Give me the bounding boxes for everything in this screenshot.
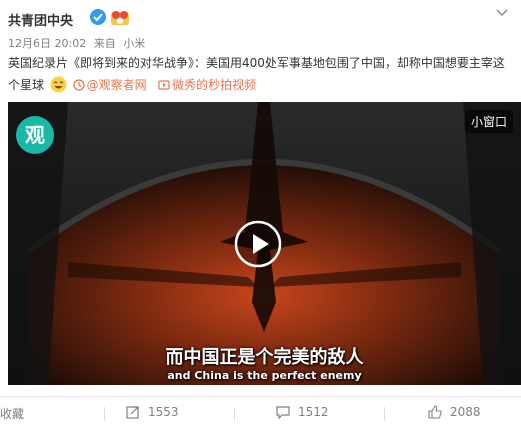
like-button[interactable]: 2088 bbox=[428, 405, 481, 419]
like-count: 2088 bbox=[450, 405, 481, 419]
repost-count: 1553 bbox=[148, 405, 179, 419]
svg-text:●: ● bbox=[117, 16, 124, 25]
favorite-label: 收藏 bbox=[0, 407, 25, 421]
thumbs-up-icon bbox=[428, 405, 442, 419]
post-header: 共青团中央 ● 12月6日 20:02 来自 小米 bbox=[8, 4, 513, 51]
comment-icon bbox=[276, 406, 290, 420]
link-icon bbox=[73, 79, 85, 91]
video-link[interactable]: 微秀的秒拍视频 bbox=[158, 78, 256, 92]
subtitle-english: and China is the perfect enemy bbox=[167, 369, 362, 382]
post-source[interactable]: 小米 bbox=[123, 37, 145, 50]
video-link-text[interactable]: 微秀的秒拍视频 bbox=[172, 78, 256, 92]
verified-icon bbox=[90, 9, 106, 25]
divider bbox=[384, 407, 385, 421]
video-player[interactable]: 观 小窗口 而中国正是个完美的敌人 and China is the perfe… bbox=[8, 102, 521, 385]
play-button-icon[interactable] bbox=[234, 220, 282, 268]
divider bbox=[234, 407, 235, 421]
subtitle-chinese: 而中国正是个完美的敌人 bbox=[165, 347, 364, 368]
post-text: 英国纪录片《即将到来的对华战争》：美国用400处军事基地包围了中国，却称中国想要… bbox=[8, 52, 513, 96]
author-name[interactable]: 共青团中央 bbox=[8, 10, 73, 29]
logo-text: 观 bbox=[25, 123, 45, 147]
post-meta: 12月6日 20:02 来自 小米 bbox=[8, 35, 149, 51]
video-link-icon bbox=[158, 80, 170, 90]
favorite-button[interactable]: 收藏 bbox=[0, 405, 24, 422]
source-prefix: 来自 bbox=[93, 37, 116, 50]
vip-badge-icon[interactable]: ● bbox=[110, 9, 130, 26]
comment-button[interactable]: 1512 bbox=[276, 405, 329, 420]
action-bar: 收藏 1553 1512 2088 bbox=[0, 396, 521, 429]
pip-button[interactable]: 小窗口 bbox=[464, 110, 513, 133]
comment-count: 1512 bbox=[298, 405, 329, 419]
guancha-logo-icon: 观 bbox=[16, 116, 54, 154]
divider bbox=[104, 407, 105, 421]
chevron-down-icon[interactable] bbox=[495, 6, 509, 20]
repost-button[interactable]: 1553 bbox=[126, 405, 179, 419]
mention-text[interactable]: @观察者网 bbox=[87, 78, 147, 92]
post-date[interactable]: 12月6日 20:02 bbox=[8, 37, 86, 50]
laughing-emoji-icon bbox=[50, 76, 67, 93]
repost-icon bbox=[126, 406, 139, 419]
mention-link[interactable]: @观察者网 bbox=[73, 78, 151, 92]
